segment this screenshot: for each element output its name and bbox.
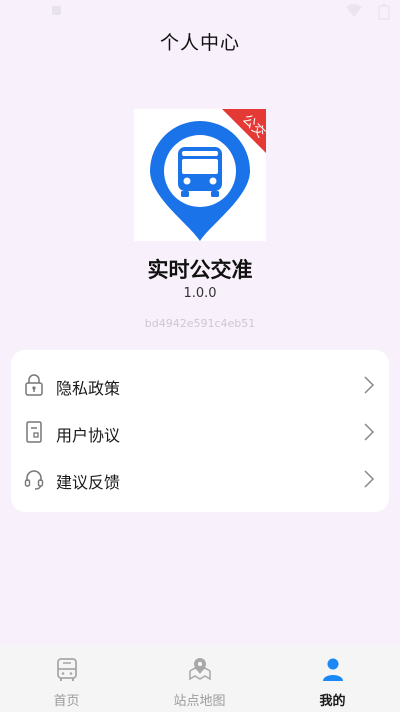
bus-icon [57, 658, 77, 681]
battery-icon [378, 4, 390, 20]
app-version: 1.0.0 [183, 286, 217, 301]
menu-item-user-agreement[interactable]: 用户协议 [11, 409, 389, 455]
tab-home[interactable]: 首页 [0, 645, 133, 712]
menu-item-label: 用户协议 [56, 426, 121, 445]
chevron-right-icon [364, 376, 375, 394]
menu-item-privacy-policy[interactable]: 隐私政策 [11, 362, 389, 408]
notification-icon [52, 6, 61, 15]
tab-label: 站点地图 [173, 694, 226, 709]
document-icon [26, 421, 42, 443]
status-bar [0, 0, 400, 26]
bottom-nav: 首页 站点地图 我的 [0, 645, 400, 712]
app-name: 实时公交准 [147, 258, 253, 282]
tab-label: 我的 [319, 694, 346, 709]
headset-icon [24, 470, 44, 490]
menu-item-label: 建议反馈 [56, 473, 121, 492]
tab-label: 首页 [53, 694, 80, 709]
map-pin-icon [189, 658, 211, 681]
settings-menu: 隐私政策 用户协议 建议反馈 [11, 350, 389, 512]
wifi-icon [346, 4, 362, 17]
app-logo: 公交 [134, 109, 266, 241]
tab-station-map[interactable]: 站点地图 [133, 645, 266, 712]
lock-icon [25, 374, 43, 396]
menu-item-label: 隐私政策 [56, 379, 121, 398]
chevron-right-icon [364, 423, 375, 441]
tab-mine[interactable]: 我的 [266, 645, 399, 712]
menu-item-feedback[interactable]: 建议反馈 [11, 456, 389, 502]
build-hash: bd4942e591c4eb51 [144, 317, 256, 330]
chevron-right-icon [364, 470, 375, 488]
person-icon [323, 658, 343, 681]
page-title: 个人中心 [159, 32, 240, 54]
